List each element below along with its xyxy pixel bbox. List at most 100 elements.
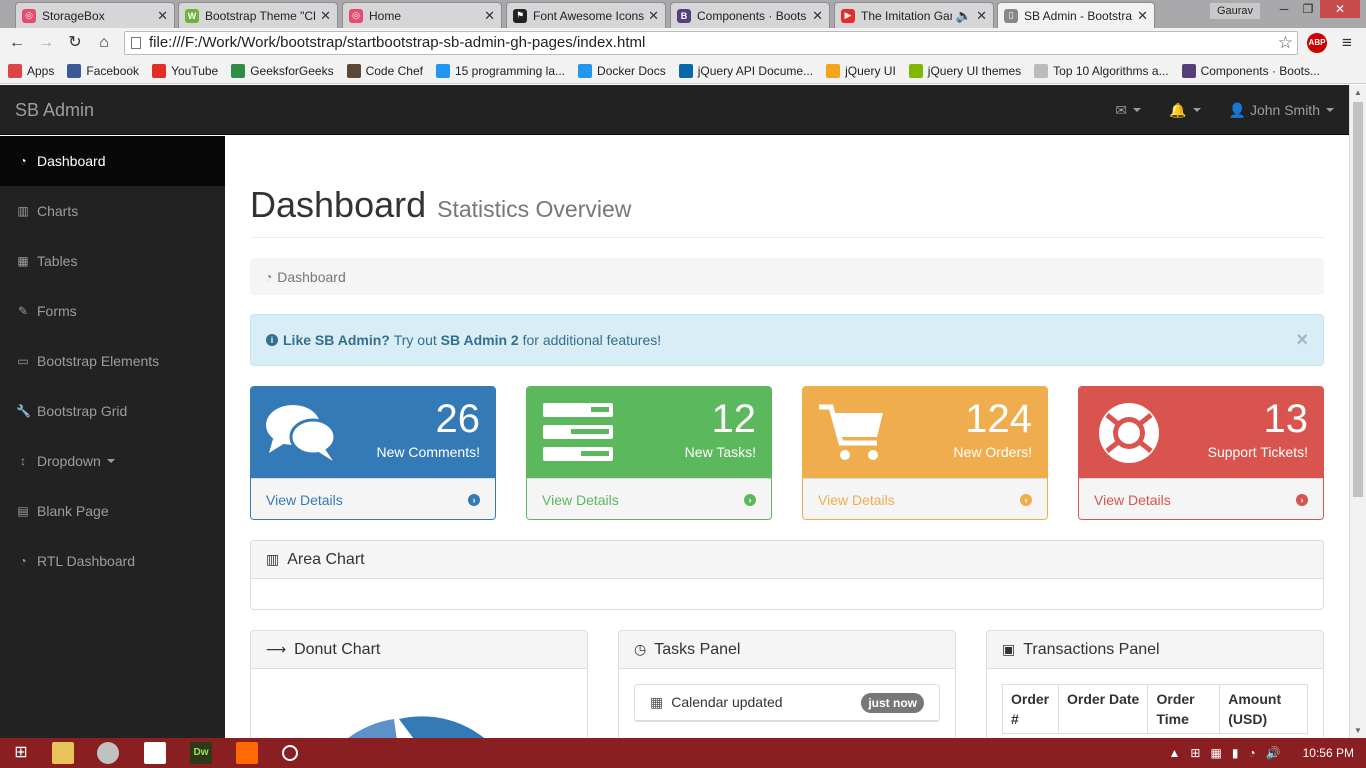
view-details-label: View Details [266,491,343,508]
bookmark-label: Apps [27,63,55,78]
bookmark-item[interactable]: YouTube [152,63,218,78]
stat-label: New Orders! [953,444,1032,460]
bookmark-item[interactable]: jQuery UI themes [908,63,1021,78]
sidebar-item-charts[interactable]: ▥ Charts [0,186,225,236]
browser-tab[interactable]: W Bootstrap Theme "Cl ✕ [178,2,338,28]
tab-title: StorageBox [42,8,105,23]
sb-admin-2-link[interactable]: SB Admin 2 [441,332,519,348]
browser-tab[interactable]: ◎ StorageBox ✕ [15,2,175,28]
minimize-button[interactable]: ─ [1272,0,1296,18]
clock-time[interactable]: 10:56 PM [1303,746,1354,760]
bookmark-item[interactable]: Code Chef [346,63,423,78]
sidebar-item-dashboard[interactable]: ◔ Dashboard [0,136,225,186]
cortana-icon[interactable] [282,745,298,761]
tray-wifi-icon[interactable]: ◔ [1248,746,1255,760]
sidebar-item-bootstrap-grid[interactable]: 🔧 Bootstrap Grid [0,386,225,436]
tray-volume-icon[interactable]: 🔊 [1266,746,1281,760]
stat-card-icon [817,401,889,468]
stat-card: 26 New Comments! View Details › [250,386,496,520]
page-scrollbar[interactable]: ▲ ▼ [1349,85,1366,738]
sidebar-item-blank-page[interactable]: ▤ Blank Page [0,486,225,536]
bookmark-item[interactable]: Components · Boots... [1181,63,1320,78]
browser-tab-strip: ◎ StorageBox ✕ W Bootstrap Theme "Cl ✕ ◎ Home ✕ ⚑… [0,0,1366,28]
profile-name[interactable]: Gaurav [1210,3,1260,19]
bookmark-item[interactable]: GeeksforGeeks [231,63,334,78]
bookmark-item[interactable]: jQuery UI [826,63,896,78]
task-item[interactable]: ▦ Calendar updated just now [635,685,939,721]
tray-up-icon[interactable]: ▲ [1169,746,1181,760]
sidebar-item-label: Tables [37,253,78,269]
transactions-column-header[interactable]: Amount (USD) [1219,684,1308,734]
close-tab-icon[interactable]: ✕ [320,8,331,24]
brand-link[interactable]: SB Admin [15,100,94,121]
transactions-panel: ▣ Transactions Panel Order # Order Date Or… [986,630,1324,738]
view-details-link[interactable]: View Details › [251,478,495,519]
close-tab-icon[interactable]: ✕ [648,8,659,24]
messages-dropdown[interactable]: ✉ [1115,102,1142,119]
bookmark-item[interactable]: 15 programming la... [435,63,565,78]
sidebar-item-forms[interactable]: ✎ Forms [0,286,225,336]
transactions-column-header[interactable]: Order # [1002,684,1059,734]
back-arrow-icon[interactable]: ← [6,32,28,54]
notepad-icon[interactable] [144,742,166,764]
scroll-down-arrow-icon[interactable]: ▼ [1354,726,1362,735]
browser-tab[interactable]: ◎ Home ✕ [342,2,502,28]
tray-windows-icon[interactable]: ⊞ [1190,746,1200,760]
bookmark-icon [8,63,22,78]
bookmark-star-icon[interactable]: ☆ [1278,32,1293,54]
transactions-column-header[interactable]: Order Time [1147,684,1221,734]
close-alert-button[interactable]: × [1296,329,1308,352]
tray-network-icon[interactable]: ▦ [1210,746,1221,760]
browser-tab[interactable]: B Components · Boots ✕ [670,2,830,28]
file-explorer-icon[interactable] [52,742,74,764]
bookmark-item[interactable]: Apps [8,63,55,78]
sidebar-item-rtl-dashboard[interactable]: ◔ RTL Dashboard [0,536,225,586]
stat-label: New Tasks! [684,444,756,460]
stat-card: 124 New Orders! View Details › [802,386,1048,520]
arrow-circle-right-icon: › [468,493,480,506]
bookmark-item[interactable]: jQuery API Docume... [678,63,813,78]
user-dropdown[interactable]: 👤 John Smith [1229,102,1334,119]
view-details-link[interactable]: View Details › [527,478,771,519]
close-tab-icon[interactable]: ✕ [1137,8,1148,24]
dreamweaver-icon[interactable]: Dw [190,742,212,764]
forward-arrow-icon[interactable]: → [35,32,57,54]
view-details-link[interactable]: View Details › [1079,478,1323,519]
close-tab-icon[interactable]: ✕ [976,8,987,24]
maximize-button[interactable]: ❐ [1296,0,1320,18]
alerts-dropdown[interactable]: 🔔 [1169,102,1201,119]
bookmark-icon [435,63,450,78]
bookmark-item[interactable]: Facebook [67,63,139,78]
sidebar-item-bootstrap-elements[interactable]: ▭ Bootstrap Elements [0,336,225,386]
donut-chart [348,716,485,738]
chrome-icon[interactable] [97,742,119,764]
windows-start-icon[interactable]: ⊞ [10,742,32,764]
app-icon[interactable] [236,742,258,764]
browser-tab[interactable]: ▯ SB Admin - Bootstra ✕ [997,2,1155,28]
reload-icon[interactable]: ↻ [64,32,86,54]
view-details-link[interactable]: View Details › [803,478,1047,519]
tray-battery-icon[interactable]: ▮ [1232,746,1239,760]
adblock-icon[interactable]: ABP [1307,33,1327,53]
browser-tab[interactable]: ▶ The Imitation Gan 🔈 ✕ [834,2,994,28]
stat-card-heading: 124 New Orders! [803,387,1047,478]
close-tab-icon[interactable]: ✕ [812,8,823,24]
bookmark-icon [826,63,841,78]
close-window-button[interactable]: ✕ [1320,0,1360,18]
scroll-up-arrow-icon[interactable]: ▲ [1354,88,1362,97]
browser-menu-icon[interactable]: ≡ [1342,33,1352,53]
bookmark-item[interactable]: Top 10 Algorithms a... [1034,63,1169,78]
comments-icon [266,405,337,461]
close-tab-icon[interactable]: ✕ [157,8,168,24]
speaker-icon[interactable]: 🔈 [956,8,972,24]
close-tab-icon[interactable]: ✕ [484,8,495,24]
scrollbar-thumb[interactable] [1353,102,1363,497]
home-icon[interactable]: ⌂ [93,32,115,54]
transactions-column-header[interactable]: Order Date [1057,684,1149,734]
bookmark-item[interactable]: Docker Docs [578,63,666,78]
sidebar-item-tables[interactable]: ▦ Tables [0,236,225,286]
sidebar-item-dropdown[interactable]: ↕ Dropdown [0,436,225,486]
address-bar[interactable]: file:///F:/Work/Work/bootstrap/startboot… [124,31,1298,55]
browser-tab[interactable]: ⚑ Font Awesome Icons ✕ [506,2,666,28]
tab-title: The Imitation Gan [861,8,952,23]
